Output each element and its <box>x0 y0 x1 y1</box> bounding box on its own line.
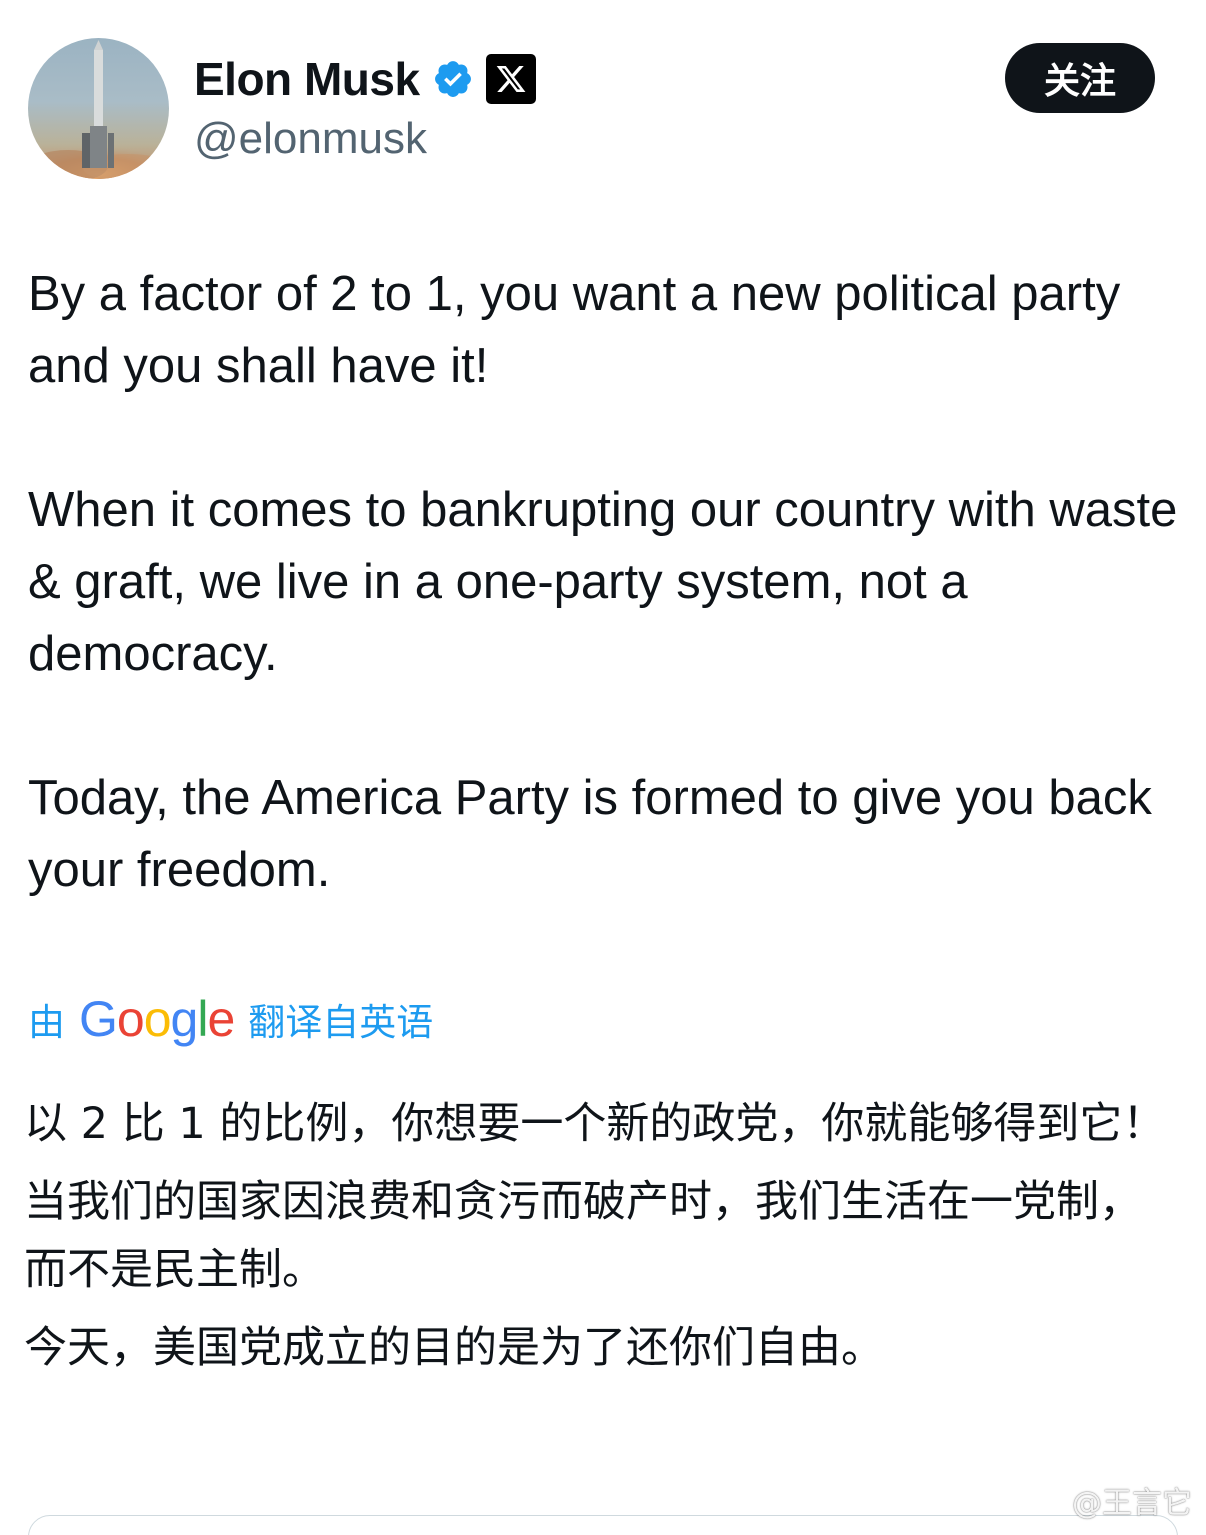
display-name[interactable]: Elon Musk <box>194 50 420 108</box>
watermark: @王言它 <box>1032 1478 1192 1522</box>
translation-suffix: 翻译自英语 <box>248 1001 434 1044</box>
tweet-page: Elon Musk @elonmusk 关注 By a factor of 2 … <box>0 0 1206 1535</box>
translated-text: 以 2 比 1 的比例，你想要一个新的政党，你就能够得到它！ 当我们的国家因浪费… <box>24 1090 1184 1392</box>
translated-paragraph: 以 2 比 1 的比例，你想要一个新的政党，你就能够得到它！ <box>24 1099 1166 1149</box>
display-name-row: Elon Musk <box>194 50 536 108</box>
tweet-paragraph: Today, the America Party is formed to gi… <box>28 771 1152 897</box>
quoted-card[interactable] <box>28 1515 1178 1535</box>
tweet-paragraph: By a factor of 2 to 1, you want a new po… <box>28 267 1121 393</box>
user-handle[interactable]: @elonmusk <box>194 112 427 166</box>
rocket-launch-image <box>28 40 169 179</box>
translated-paragraph: 今天，美国党成立的目的是为了还你们自由。 <box>24 1323 884 1373</box>
tweet-text: By a factor of 2 to 1, you want a new po… <box>28 258 1188 906</box>
verified-badge-icon[interactable] <box>432 58 474 100</box>
google-logo: Google <box>79 991 235 1047</box>
tweet-paragraph: When it comes to bankrupting our country… <box>28 483 1178 681</box>
follow-button[interactable]: 关注 <box>1005 43 1155 113</box>
avatar[interactable] <box>28 38 169 179</box>
translation-prefix: 由 <box>28 1001 65 1044</box>
x-logo-icon[interactable] <box>485 54 536 104</box>
watermark-text: @王言它 <box>1072 1486 1192 1521</box>
translation-attribution[interactable]: 由 Google 翻译自英语 <box>28 990 433 1048</box>
translated-paragraph: 当我们的国家因浪费和贪污而破产时，我们生活在一党制，而不是民主制。 <box>24 1177 1142 1295</box>
weibo-icon <box>1032 1487 1067 1515</box>
